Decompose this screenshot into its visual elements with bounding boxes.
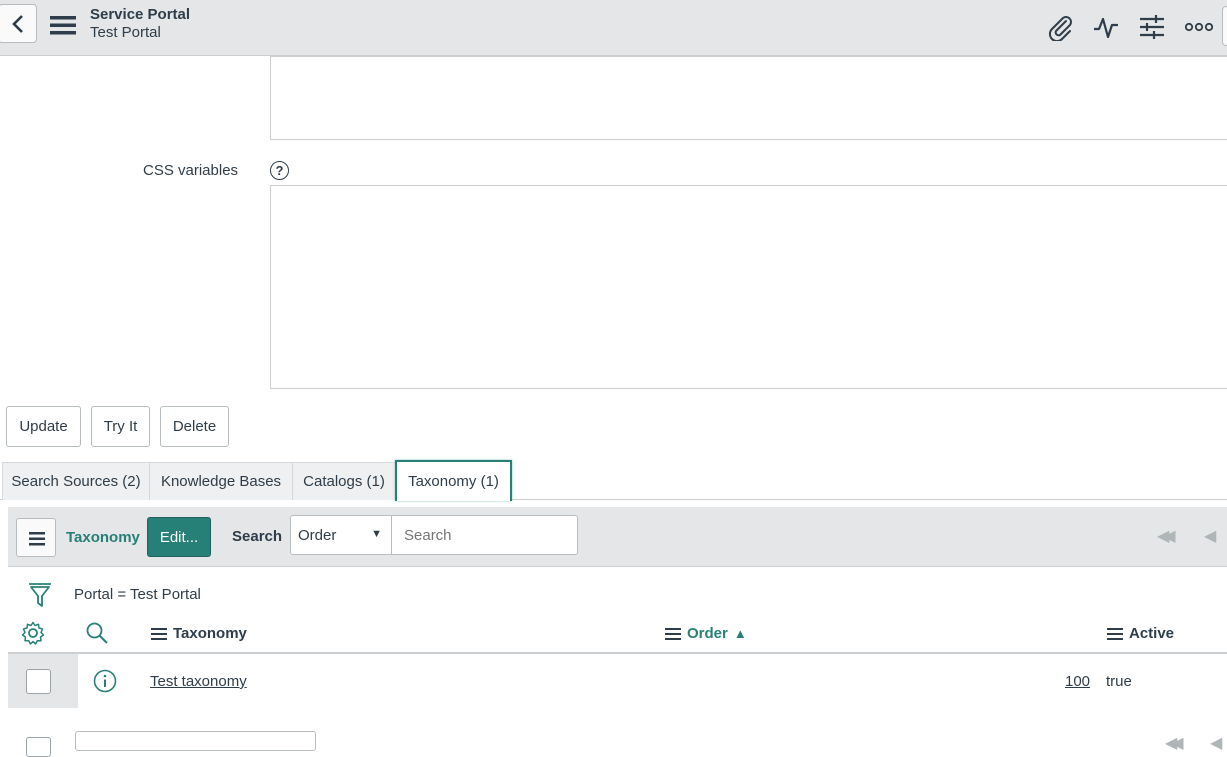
row-checkbox[interactable] xyxy=(26,669,51,694)
back-button[interactable] xyxy=(0,4,37,43)
list-title[interactable]: Taxonomy xyxy=(66,529,140,546)
record-type-title: Service Portal xyxy=(90,6,191,23)
edit-button[interactable]: Edit... xyxy=(147,517,211,557)
more-options-button[interactable] xyxy=(1184,12,1214,42)
filter-icon[interactable] xyxy=(28,582,52,608)
try-it-button[interactable]: Try It xyxy=(91,406,150,447)
search-label: Search xyxy=(232,528,283,545)
order-link[interactable]: 100 xyxy=(1065,673,1090,690)
paperclip-icon xyxy=(1048,16,1072,41)
header-edge-button[interactable] xyxy=(1222,6,1227,46)
active-value: true xyxy=(1106,673,1132,690)
column-menu-icon[interactable] xyxy=(1107,627,1123,640)
previous-page-icon[interactable]: ◀ xyxy=(1204,526,1217,546)
search-icon[interactable] xyxy=(85,621,109,645)
select-all-checkbox[interactable] xyxy=(26,737,51,757)
delete-button[interactable]: Delete xyxy=(160,406,229,447)
previous-page-icon[interactable]: ◀ xyxy=(1210,733,1223,753)
column-label: Active xyxy=(1129,625,1175,642)
search-field-select[interactable]: Order ▼ xyxy=(290,515,392,555)
help-icon[interactable]: ? xyxy=(270,161,289,180)
info-icon[interactable] xyxy=(93,669,117,693)
previous-field-textarea[interactable] xyxy=(270,56,1227,140)
activity-button[interactable] xyxy=(1091,12,1121,42)
header-divider xyxy=(8,652,1227,654)
column-label: Order xyxy=(687,625,728,642)
column-menu-icon[interactable] xyxy=(665,627,681,640)
app-header: Service Portal Test Portal xyxy=(0,0,1227,56)
sort-ascending-icon: ▲ xyxy=(733,626,747,641)
column-header-order[interactable]: Order ▲ xyxy=(665,625,747,642)
menu-icon xyxy=(50,16,76,35)
css-variables-textarea[interactable] xyxy=(270,185,1227,389)
column-header-taxonomy[interactable]: Taxonomy xyxy=(151,625,247,642)
activity-icon xyxy=(1094,17,1118,39)
menu-icon xyxy=(29,532,45,546)
menu-button[interactable] xyxy=(50,14,76,36)
search-field-value: Order xyxy=(298,527,337,544)
update-button[interactable]: Update xyxy=(6,406,81,447)
more-icon xyxy=(1185,22,1213,32)
tab-taxonomy[interactable]: Taxonomy (1) xyxy=(395,460,512,501)
attachments-button[interactable] xyxy=(1045,12,1075,42)
chevron-down-icon: ▼ xyxy=(371,528,382,540)
list-context-menu-button[interactable] xyxy=(16,518,56,557)
first-page-icon[interactable]: ◀◀ xyxy=(1157,526,1175,546)
filter-breadcrumb[interactable]: Portal = Test Portal xyxy=(74,586,201,603)
personalize-button[interactable] xyxy=(1137,12,1167,42)
back-icon xyxy=(11,14,23,33)
css-variables-label: CSS variables xyxy=(143,162,239,179)
tab-catalogs[interactable]: Catalogs (1) xyxy=(292,462,396,500)
column-header-active[interactable]: Active xyxy=(1107,625,1174,642)
tab-search-sources[interactable]: Search Sources (2) xyxy=(2,462,150,500)
search-input[interactable] xyxy=(391,515,578,555)
actions-select[interactable] xyxy=(75,731,316,751)
gear-icon[interactable] xyxy=(21,621,45,645)
column-label: Taxonomy xyxy=(173,625,247,642)
first-page-icon[interactable]: ◀◀ xyxy=(1165,733,1183,753)
taxonomy-link[interactable]: Test taxonomy xyxy=(150,673,247,690)
settings-sliders-icon xyxy=(1140,15,1164,39)
column-menu-icon[interactable] xyxy=(151,627,167,640)
tab-knowledge-bases[interactable]: Knowledge Bases xyxy=(149,462,293,500)
record-name: Test Portal xyxy=(90,24,161,41)
